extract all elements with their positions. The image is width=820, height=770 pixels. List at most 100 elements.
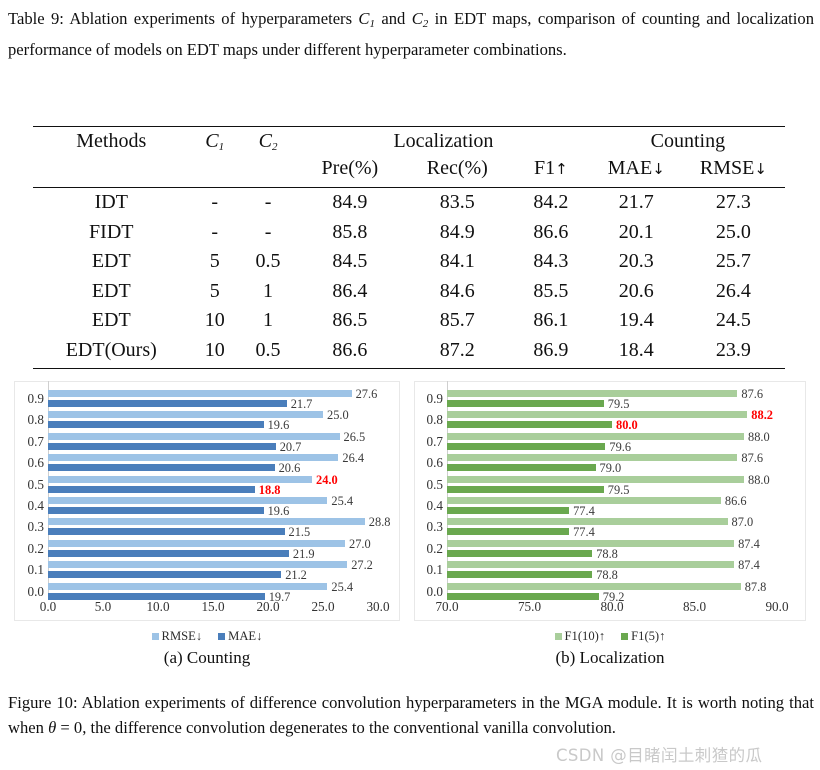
legend-label-f1-10: F1(10)↑ xyxy=(564,628,606,643)
chart-category-group: 0.8 88.2 80.0 xyxy=(414,408,806,432)
cell-rec: 87.2 xyxy=(439,338,475,361)
table-row-highlight: EDT(Ours) 10 0.5 86.6 87.2 86.9 18.4 23.… xyxy=(33,339,785,369)
chart-bar-value-label: 25.4 xyxy=(331,579,354,594)
chart-x-tick-label: 30.0 xyxy=(366,599,390,614)
chart-category-group: 0.3 28.8 21.5 xyxy=(14,515,400,539)
subcaption-localization: (b) Localization xyxy=(555,648,665,667)
figure-caption-label: Figure 10: xyxy=(8,693,78,712)
mae-down-arrow-icon: ↓ xyxy=(652,160,665,178)
header-counting-group: Counting xyxy=(650,130,726,152)
chart-x-tick-label: 90.0 xyxy=(765,599,789,614)
chart-bar xyxy=(447,454,738,462)
chart-category-label: 0.6 xyxy=(27,455,44,471)
chart-bar xyxy=(48,539,345,547)
chart-x-tick-label: 20.0 xyxy=(256,599,280,614)
chart-category-label: 0.1 xyxy=(426,562,443,578)
cell-mae: 20.1 xyxy=(618,220,654,243)
cell-method: EDT(Ours) xyxy=(65,338,157,361)
legend-label-f1-5: F1(5)↑ xyxy=(631,628,666,643)
chart-category-label: 0.0 xyxy=(27,583,44,599)
chart-category-group: 0.9 87.6 79.5 xyxy=(414,387,806,411)
cell-mae: 18.4 xyxy=(618,338,654,361)
chart-bar xyxy=(447,421,612,429)
chart-category-label: 0.2 xyxy=(27,540,44,556)
subcaption-counting: (a) Counting xyxy=(163,648,251,667)
table-caption-c1: C xyxy=(358,9,370,28)
chart-bar xyxy=(48,549,289,557)
cell-f1: 84.3 xyxy=(533,250,569,272)
chart-category-label: 0.0 xyxy=(426,583,443,599)
chart-bar xyxy=(48,485,255,493)
cell-rmse: 25.0 xyxy=(715,220,751,243)
cell-rmse: 23.9 xyxy=(715,338,751,361)
chart-bar-value-label: 27.2 xyxy=(351,558,373,573)
chart-bar xyxy=(48,390,352,397)
chart-bar-value-label: 27.6 xyxy=(355,387,378,401)
chart-bar xyxy=(48,518,365,526)
chart-counting: 0.9 27.6 21.7 0.8 25.0 19.6 0.7 26.5 20.7 0.6 26.4… xyxy=(14,381,400,621)
chart-bar-value-label: 87.6 xyxy=(741,451,764,466)
cell-c2: 1 xyxy=(263,279,274,302)
header-mae: MAE↓ xyxy=(607,157,665,179)
legend-item-mae: MAE↓ xyxy=(218,629,262,644)
chart-bar xyxy=(447,485,604,493)
chart-category-group: 0.1 27.2 21.2 xyxy=(14,558,400,582)
chart-bar xyxy=(447,390,738,397)
table-header-group-row: Methods C1 C2 Localization Counting xyxy=(33,130,785,157)
chart-bar xyxy=(447,528,570,536)
legend-swatch-f1-10 xyxy=(554,632,562,640)
cell-c1: 10 xyxy=(204,309,225,331)
cell-rmse: 25.7 xyxy=(715,250,751,272)
chart-bar xyxy=(48,464,275,472)
chart-bar-value-label: 27.0 xyxy=(349,536,371,551)
table-row: EDT 5 0.5 84.5 84.1 84.3 20.3 25.7 xyxy=(33,250,785,280)
cell-c2: 0.5 xyxy=(255,250,281,272)
chart-bar xyxy=(447,518,728,526)
cell-rmse: 24.5 xyxy=(715,309,751,331)
chart-bar xyxy=(447,497,721,504)
chart-category-group: 0.4 25.4 19.6 xyxy=(14,494,400,518)
chart-localization-legend: F1(10)↑ F1(5)↑ xyxy=(414,628,806,644)
chart-x-tick-label: 5.0 xyxy=(94,599,112,614)
cell-mae: 21.7 xyxy=(618,191,654,213)
cell-c1: 10 xyxy=(204,338,225,361)
chart-x-tick-label: 70.0 xyxy=(435,599,459,614)
cell-c2: - xyxy=(264,220,272,243)
chart-category-label: 0.4 xyxy=(426,498,443,513)
chart-category-group: 0.5 88.0 79.5 xyxy=(414,473,806,497)
legend-swatch-mae xyxy=(218,632,226,640)
chart-counting-x-axis-ticks: 0.0 5.0 10.0 15.0 20.0 25.0 30.0 xyxy=(14,599,400,617)
chart-bar-value-label: 24.0 xyxy=(316,472,338,487)
chart-category-group: 0.6 26.4 20.6 xyxy=(14,451,400,475)
chart-category-label: 0.8 xyxy=(426,412,443,428)
chart-bar xyxy=(447,475,744,483)
figure-caption-text-2: , the difference convolution degenerates… xyxy=(82,718,616,737)
cell-c2: 1 xyxy=(263,309,274,331)
chart-bar xyxy=(447,582,741,590)
chart-bar xyxy=(48,442,276,450)
chart-category-group: 0.2 27.0 21.9 xyxy=(14,536,400,561)
cell-rec: 84.1 xyxy=(439,250,475,272)
chart-bar xyxy=(48,454,339,462)
csdn-watermark: CSDN @目睹闰土刺猹的瓜 xyxy=(556,746,763,765)
chart-category-group: 0.8 25.0 19.6 xyxy=(14,408,400,432)
table-caption-and: and xyxy=(375,9,412,28)
table-row: IDT - - 84.9 83.5 84.2 21.7 27.3 xyxy=(33,191,785,221)
chart-bar xyxy=(447,432,744,440)
chart-bar xyxy=(447,442,606,450)
chart-bar-value-label: 26.4 xyxy=(342,451,365,466)
cell-c1: 5 xyxy=(209,279,220,302)
chart-category-label: 0.4 xyxy=(27,498,44,513)
chart-category-group: 0.3 87.0 77.4 xyxy=(414,515,806,539)
chart-category-label: 0.5 xyxy=(27,476,44,492)
table-caption: Table 9: Ablation experiments of hyperpa… xyxy=(8,6,814,62)
chart-category-label: 0.3 xyxy=(426,519,443,535)
header-c2: C2 xyxy=(258,130,278,154)
chart-category-label: 0.7 xyxy=(27,433,44,449)
chart-category-label: 0.1 xyxy=(27,562,44,578)
chart-category-group: 0.5 24.0 18.8 xyxy=(14,472,400,497)
cell-rmse: 26.4 xyxy=(715,279,751,302)
chart-bar-value-label: 25.4 xyxy=(331,494,354,508)
chart-category-label: 0.5 xyxy=(426,476,443,492)
f1-up-arrow-icon: ↑ xyxy=(555,160,568,178)
